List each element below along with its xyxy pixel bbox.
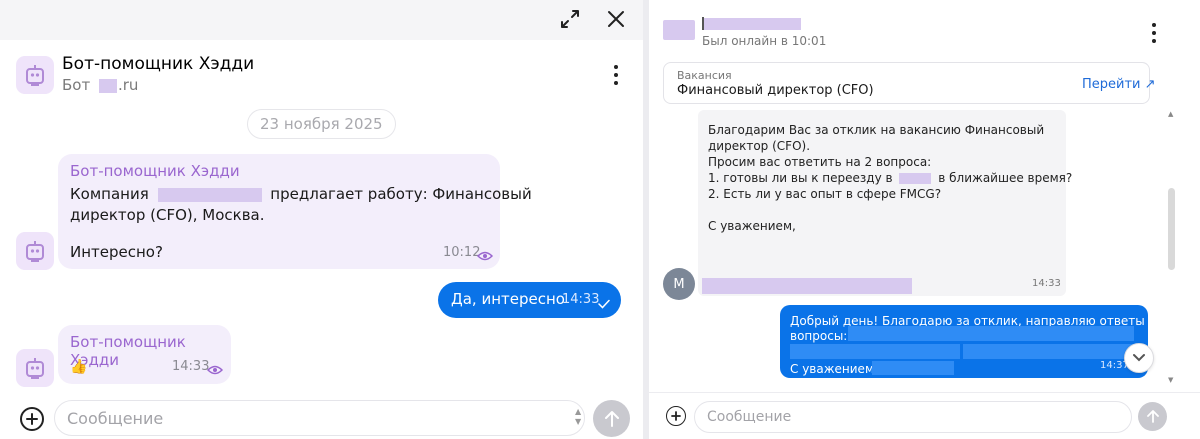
add-attachment-button[interactable]	[20, 407, 44, 431]
redacted-city	[899, 173, 932, 184]
vacancy-label: Вакансия	[677, 69, 732, 82]
incoming-message: Благодарим Вас за отклик на вакансию Фин…	[698, 110, 1072, 296]
bot-avatar[interactable]	[16, 56, 54, 94]
redacted-signature	[702, 278, 912, 294]
candidate-chat-panel: Был онлайн в 10:01 Вакансия Финансовый д…	[649, 0, 1200, 439]
more-menu-icon[interactable]	[606, 62, 626, 88]
message-sender: Бот-помощник Хэдди	[70, 162, 240, 180]
message-time: 10:12	[443, 245, 481, 260]
bot-chat-panel: Бот-помощник Хэдди Бот .ru 23 ноября 202…	[0, 0, 643, 439]
sender-avatar[interactable]: М	[663, 268, 695, 300]
message-text-line: вопросы:	[790, 329, 848, 343]
message-text-line: Благодарим Вас за отклик на вакансию Фин…	[708, 123, 1045, 137]
message-text-line: Просим вас ответить на 2 вопроса:	[708, 155, 932, 169]
message-input[interactable]	[67, 407, 557, 429]
app-window: Бот-помощник Хэдди Бот .ru 23 ноября 202…	[0, 0, 1200, 439]
send-button[interactable]	[1138, 402, 1167, 431]
message-composer: ▲▼	[0, 396, 643, 439]
message-text-line: Компания предлагает работу: Финансовый	[70, 184, 532, 205]
eye-icon	[476, 247, 494, 266]
message-text: Благодарим Вас за отклик на вакансию Фин…	[708, 122, 1072, 234]
message-text-prefix: 1. готовы ли вы к переезду в	[708, 171, 893, 185]
redacted-answer	[848, 326, 1134, 341]
redacted-answer	[963, 344, 1134, 359]
chat-title: Бот-помощник Хэдди	[62, 54, 255, 74]
date-separator: 23 ноября 2025	[247, 109, 396, 139]
chat-header: Бот-помощник Хэдди Бот .ru	[0, 40, 643, 106]
message-text-suffix: предлагает работу: Финансовый	[270, 185, 532, 203]
contact-status: Был онлайн в 10:01	[702, 34, 827, 48]
message-input[interactable]	[707, 408, 1117, 426]
message-time: 14:33	[562, 292, 600, 307]
more-menu-icon[interactable]	[1146, 20, 1162, 46]
message-text-suffix: в ближайшее время?	[938, 171, 1073, 185]
redacted-contact-name	[704, 18, 801, 30]
contact-avatar[interactable]	[663, 20, 695, 40]
message-text-line: Интересно?	[70, 243, 163, 261]
message-time: 14:33	[172, 359, 210, 374]
bot-avatar[interactable]	[16, 232, 54, 270]
send-button[interactable]	[593, 400, 630, 437]
panel-topbar	[0, 0, 643, 40]
scroll-down-arrow-icon[interactable]: ▼	[1168, 376, 1173, 384]
incoming-message: Бот-помощник Хэдди 👍 14:33	[58, 325, 231, 384]
vacancy-title: Финансовый директор (CFO)	[677, 83, 874, 98]
redacted-answer	[790, 344, 960, 359]
vacancy-card: Вакансия Финансовый директор (CFO) Перей…	[663, 62, 1156, 104]
message-text-line: директор (CFO), Москва.	[70, 206, 265, 224]
redacted-company	[157, 187, 262, 202]
scrollbar-thumb[interactable]	[1168, 188, 1175, 270]
message-text-line: 1. готовы ли вы к переезду в в ближайшее…	[708, 170, 1072, 186]
scroll-up-arrow-icon[interactable]: ▲	[1168, 110, 1173, 118]
expand-icon[interactable]	[557, 6, 583, 32]
bot-avatar[interactable]	[16, 349, 54, 387]
check-icon	[598, 294, 610, 313]
message-list: 23 ноября 2025 Бот-помощник Хэдди Компан…	[0, 106, 643, 396]
message-text: Да, интересно	[451, 290, 565, 308]
outgoing-message: Да, интересно 14:33	[438, 282, 621, 318]
message-input-wrapper	[694, 401, 1132, 433]
eye-icon	[206, 361, 224, 380]
close-icon[interactable]	[603, 6, 629, 32]
chat-subtitle: Бот .ru	[62, 76, 138, 94]
message-text-line: С уважением,	[790, 362, 878, 376]
message-composer	[649, 392, 1200, 439]
incoming-message: Бот-помощник Хэдди Компания предлагает р…	[58, 154, 532, 269]
redacted-signature	[872, 361, 954, 375]
outgoing-message: Добрый день! Благодарю за отклик, направ…	[780, 305, 1164, 378]
scroll-to-bottom-button[interactable]	[1124, 343, 1154, 373]
chat-subtitle-suffix: .ru	[118, 76, 139, 94]
message-text-prefix: Компания	[70, 185, 149, 203]
resize-arrows-icon[interactable]: ▲ ▼	[575, 407, 581, 427]
message-text-line: С уважением,	[708, 219, 796, 233]
add-attachment-button[interactable]	[666, 406, 686, 426]
thumbs-up-emoji: 👍	[70, 359, 88, 375]
chat-subtitle-prefix: Бот	[62, 76, 91, 94]
redacted-domain	[99, 78, 117, 93]
message-text-line: директор (CFO).	[708, 139, 811, 153]
message-time: 14:33	[1032, 278, 1061, 289]
message-input-wrapper: ▲▼	[54, 400, 585, 436]
open-vacancy-link[interactable]: Перейти ↗	[1082, 77, 1156, 92]
message-text-line: 2. Есть ли у вас опыт в сфере FMCG?	[708, 187, 942, 201]
